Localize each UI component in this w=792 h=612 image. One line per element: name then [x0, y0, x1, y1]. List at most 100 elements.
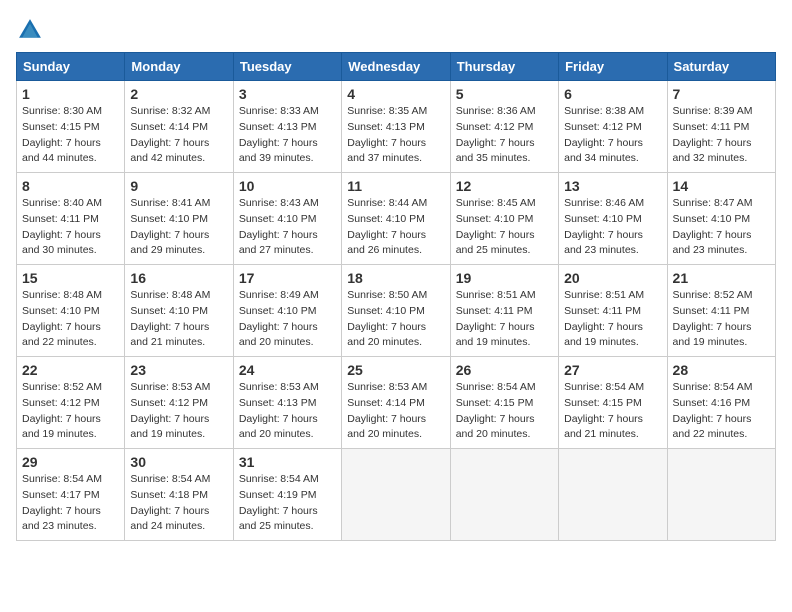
day-info: Sunrise: 8:30 AM Sunset: 4:15 PM Dayligh… — [22, 104, 119, 167]
day-number: 16 — [130, 270, 227, 286]
sunset-label: Sunset: 4:13 PM — [239, 397, 317, 409]
calendar-day-cell: 11 Sunrise: 8:44 AM Sunset: 4:10 PM Dayl… — [342, 173, 450, 265]
sunset-label: Sunset: 4:10 PM — [673, 213, 751, 225]
calendar-header-sunday: Sunday — [17, 53, 125, 81]
day-info: Sunrise: 8:52 AM Sunset: 4:11 PM Dayligh… — [673, 288, 770, 351]
calendar-day-cell: 4 Sunrise: 8:35 AM Sunset: 4:13 PM Dayli… — [342, 81, 450, 173]
sunset-label: Sunset: 4:12 PM — [456, 121, 534, 133]
calendar-day-cell: 6 Sunrise: 8:38 AM Sunset: 4:12 PM Dayli… — [559, 81, 667, 173]
calendar-day-cell: 26 Sunrise: 8:54 AM Sunset: 4:15 PM Dayl… — [450, 357, 558, 449]
day-number: 19 — [456, 270, 553, 286]
daylight-label: Daylight: 7 hours and 20 minutes. — [347, 321, 426, 349]
day-info: Sunrise: 8:54 AM Sunset: 4:18 PM Dayligh… — [130, 472, 227, 535]
calendar-day-cell: 24 Sunrise: 8:53 AM Sunset: 4:13 PM Dayl… — [233, 357, 341, 449]
daylight-label: Daylight: 7 hours and 25 minutes. — [239, 505, 318, 533]
calendar-header-monday: Monday — [125, 53, 233, 81]
calendar-day-cell: 29 Sunrise: 8:54 AM Sunset: 4:17 PM Dayl… — [17, 449, 125, 541]
day-number: 12 — [456, 178, 553, 194]
sunset-label: Sunset: 4:11 PM — [564, 305, 641, 317]
daylight-label: Daylight: 7 hours and 29 minutes. — [130, 229, 209, 257]
sunrise-label: Sunrise: 8:54 AM — [22, 473, 102, 485]
daylight-label: Daylight: 7 hours and 23 minutes. — [22, 505, 101, 533]
sunrise-label: Sunrise: 8:33 AM — [239, 105, 319, 117]
sunrise-label: Sunrise: 8:32 AM — [130, 105, 210, 117]
day-info: Sunrise: 8:53 AM Sunset: 4:12 PM Dayligh… — [130, 380, 227, 443]
sunrise-label: Sunrise: 8:51 AM — [456, 289, 536, 301]
sunset-label: Sunset: 4:11 PM — [673, 121, 750, 133]
calendar-header-tuesday: Tuesday — [233, 53, 341, 81]
daylight-label: Daylight: 7 hours and 37 minutes. — [347, 137, 426, 165]
calendar-week-row: 22 Sunrise: 8:52 AM Sunset: 4:12 PM Dayl… — [17, 357, 776, 449]
calendar-day-cell: 21 Sunrise: 8:52 AM Sunset: 4:11 PM Dayl… — [667, 265, 775, 357]
sunset-label: Sunset: 4:16 PM — [673, 397, 751, 409]
daylight-label: Daylight: 7 hours and 19 minutes. — [456, 321, 535, 349]
calendar-day-cell: 18 Sunrise: 8:50 AM Sunset: 4:10 PM Dayl… — [342, 265, 450, 357]
day-info: Sunrise: 8:33 AM Sunset: 4:13 PM Dayligh… — [239, 104, 336, 167]
day-info: Sunrise: 8:32 AM Sunset: 4:14 PM Dayligh… — [130, 104, 227, 167]
sunrise-label: Sunrise: 8:47 AM — [673, 197, 753, 209]
day-number: 15 — [22, 270, 119, 286]
sunset-label: Sunset: 4:12 PM — [22, 397, 100, 409]
day-info: Sunrise: 8:43 AM Sunset: 4:10 PM Dayligh… — [239, 196, 336, 259]
day-info: Sunrise: 8:49 AM Sunset: 4:10 PM Dayligh… — [239, 288, 336, 351]
daylight-label: Daylight: 7 hours and 19 minutes. — [130, 413, 209, 441]
daylight-label: Daylight: 7 hours and 20 minutes. — [347, 413, 426, 441]
calendar-day-cell: 2 Sunrise: 8:32 AM Sunset: 4:14 PM Dayli… — [125, 81, 233, 173]
day-number: 23 — [130, 362, 227, 378]
calendar-day-cell: 14 Sunrise: 8:47 AM Sunset: 4:10 PM Dayl… — [667, 173, 775, 265]
sunset-label: Sunset: 4:12 PM — [564, 121, 642, 133]
day-info: Sunrise: 8:51 AM Sunset: 4:11 PM Dayligh… — [564, 288, 661, 351]
calendar-header-saturday: Saturday — [667, 53, 775, 81]
day-info: Sunrise: 8:48 AM Sunset: 4:10 PM Dayligh… — [22, 288, 119, 351]
day-number: 22 — [22, 362, 119, 378]
day-info: Sunrise: 8:47 AM Sunset: 4:10 PM Dayligh… — [673, 196, 770, 259]
sunrise-label: Sunrise: 8:54 AM — [239, 473, 319, 485]
sunrise-label: Sunrise: 8:43 AM — [239, 197, 319, 209]
calendar-day-cell: 25 Sunrise: 8:53 AM Sunset: 4:14 PM Dayl… — [342, 357, 450, 449]
sunset-label: Sunset: 4:19 PM — [239, 489, 317, 501]
calendar-day-cell: 22 Sunrise: 8:52 AM Sunset: 4:12 PM Dayl… — [17, 357, 125, 449]
day-number: 8 — [22, 178, 119, 194]
sunset-label: Sunset: 4:15 PM — [22, 121, 100, 133]
sunset-label: Sunset: 4:10 PM — [347, 213, 425, 225]
sunset-label: Sunset: 4:11 PM — [456, 305, 533, 317]
sunrise-label: Sunrise: 8:41 AM — [130, 197, 210, 209]
daylight-label: Daylight: 7 hours and 19 minutes. — [22, 413, 101, 441]
calendar-day-cell: 9 Sunrise: 8:41 AM Sunset: 4:10 PM Dayli… — [125, 173, 233, 265]
day-number: 1 — [22, 86, 119, 102]
calendar-week-row: 8 Sunrise: 8:40 AM Sunset: 4:11 PM Dayli… — [17, 173, 776, 265]
daylight-label: Daylight: 7 hours and 26 minutes. — [347, 229, 426, 257]
sunrise-label: Sunrise: 8:53 AM — [239, 381, 319, 393]
sunset-label: Sunset: 4:13 PM — [239, 121, 317, 133]
day-number: 27 — [564, 362, 661, 378]
sunrise-label: Sunrise: 8:44 AM — [347, 197, 427, 209]
calendar-day-cell: 10 Sunrise: 8:43 AM Sunset: 4:10 PM Dayl… — [233, 173, 341, 265]
calendar-day-cell: 1 Sunrise: 8:30 AM Sunset: 4:15 PM Dayli… — [17, 81, 125, 173]
day-number: 5 — [456, 86, 553, 102]
calendar-week-row: 29 Sunrise: 8:54 AM Sunset: 4:17 PM Dayl… — [17, 449, 776, 541]
calendar-day-cell: 27 Sunrise: 8:54 AM Sunset: 4:15 PM Dayl… — [559, 357, 667, 449]
calendar-header-wednesday: Wednesday — [342, 53, 450, 81]
sunset-label: Sunset: 4:14 PM — [347, 397, 425, 409]
sunrise-label: Sunrise: 8:54 AM — [673, 381, 753, 393]
day-number: 9 — [130, 178, 227, 194]
daylight-label: Daylight: 7 hours and 22 minutes. — [22, 321, 101, 349]
day-info: Sunrise: 8:44 AM Sunset: 4:10 PM Dayligh… — [347, 196, 444, 259]
calendar-header-friday: Friday — [559, 53, 667, 81]
day-info: Sunrise: 8:53 AM Sunset: 4:14 PM Dayligh… — [347, 380, 444, 443]
calendar-day-cell — [559, 449, 667, 541]
calendar-day-cell: 17 Sunrise: 8:49 AM Sunset: 4:10 PM Dayl… — [233, 265, 341, 357]
sunrise-label: Sunrise: 8:48 AM — [130, 289, 210, 301]
calendar-day-cell: 20 Sunrise: 8:51 AM Sunset: 4:11 PM Dayl… — [559, 265, 667, 357]
sunrise-label: Sunrise: 8:38 AM — [564, 105, 644, 117]
calendar-day-cell: 16 Sunrise: 8:48 AM Sunset: 4:10 PM Dayl… — [125, 265, 233, 357]
daylight-label: Daylight: 7 hours and 23 minutes. — [564, 229, 643, 257]
day-info: Sunrise: 8:40 AM Sunset: 4:11 PM Dayligh… — [22, 196, 119, 259]
daylight-label: Daylight: 7 hours and 23 minutes. — [673, 229, 752, 257]
calendar-day-cell: 28 Sunrise: 8:54 AM Sunset: 4:16 PM Dayl… — [667, 357, 775, 449]
calendar-day-cell — [450, 449, 558, 541]
sunrise-label: Sunrise: 8:53 AM — [347, 381, 427, 393]
calendar-day-cell: 30 Sunrise: 8:54 AM Sunset: 4:18 PM Dayl… — [125, 449, 233, 541]
day-number: 4 — [347, 86, 444, 102]
day-info: Sunrise: 8:54 AM Sunset: 4:19 PM Dayligh… — [239, 472, 336, 535]
